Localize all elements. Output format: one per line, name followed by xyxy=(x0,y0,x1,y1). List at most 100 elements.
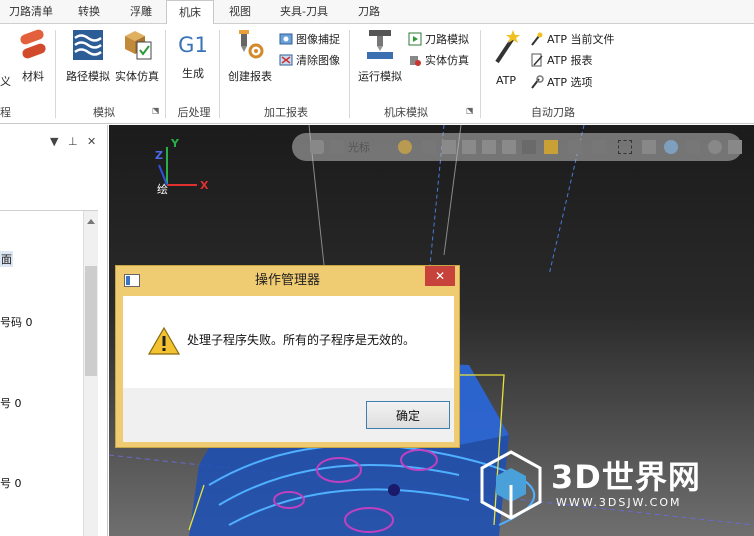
clear-image-icon xyxy=(279,54,293,66)
machine-sim-group-launcher-icon[interactable]: ⬔ xyxy=(466,106,474,115)
clear-image-button[interactable]: 清除图像 xyxy=(279,52,340,70)
window-select-icon[interactable] xyxy=(618,140,632,154)
tab-fixture-tool[interactable]: 夹具-刀具 xyxy=(268,0,340,24)
solid-simulation2-label: 实体仿真 xyxy=(425,54,469,67)
select-icon[interactable] xyxy=(642,140,656,154)
solid-simulation2-icon xyxy=(410,56,421,66)
tab-transform[interactable]: 转换 xyxy=(64,0,114,24)
path-simulation-icon xyxy=(73,30,103,60)
clear-image-label: 清除图像 xyxy=(296,54,340,67)
tab-view[interactable]: 视图 xyxy=(216,0,264,24)
group-label-machine-sim: 机床模拟 xyxy=(384,106,428,119)
material-icon xyxy=(20,29,46,59)
panel-dropdown-icon[interactable]: ▼ xyxy=(50,135,58,148)
solid-simulation2-button[interactable]: 实体仿真 xyxy=(408,52,469,70)
ribbon: 义 材料 程 路径模拟 实体仿真 模拟 ⬔ G1 生成 后处理 创建报表 图像捕… xyxy=(0,24,754,124)
select-icon[interactable] xyxy=(568,140,582,154)
arrow-icon[interactable] xyxy=(728,140,742,154)
operations-panel: ▼ ⊥ ✕ 面 号码 0 号 0 号 0 xyxy=(0,125,108,536)
dialog-message: 处理子程序失败。所有的子程序是无效的。 xyxy=(187,333,416,347)
view-toolbar: 光标 xyxy=(292,133,742,161)
view-name-label: 绘 xyxy=(157,183,168,196)
group-separator xyxy=(349,30,350,118)
create-report-icon xyxy=(239,30,264,59)
generate-button[interactable]: G1 生成 xyxy=(172,28,214,81)
ribbon-tab-strip: 刀路清单 转换 浮雕 机床 视图 夹具-刀具 刀路 xyxy=(0,0,754,25)
pointer-icon[interactable] xyxy=(422,140,436,154)
select-icon[interactable] xyxy=(592,140,606,154)
atp-current-file-icon xyxy=(531,32,543,46)
panel-close-icon[interactable]: ✕ xyxy=(87,135,96,148)
image-capture-button[interactable]: 图像捕捉 xyxy=(279,31,340,49)
tab-machine[interactable]: 机床 xyxy=(166,0,214,25)
ribbon-partial-button[interactable]: 义 xyxy=(0,70,11,89)
atp-current-file-label: ATP 当前文件 xyxy=(547,33,615,46)
watermark-text: 3D世界网 xyxy=(551,458,701,496)
panel-scrollbar[interactable] xyxy=(83,211,98,536)
atp-report-icon xyxy=(531,53,543,67)
cube-icon[interactable] xyxy=(482,140,496,154)
select-icon[interactable] xyxy=(330,140,344,154)
atp-options-label: ATP 选项 xyxy=(547,76,593,89)
group-separator xyxy=(165,30,166,118)
list-item[interactable]: 号 0 xyxy=(0,475,22,491)
path-simulation-button[interactable]: 路径模拟 xyxy=(64,28,112,84)
run-simulation-label: 运行模拟 xyxy=(358,70,402,83)
ok-button[interactable]: 确定 xyxy=(366,401,450,429)
material-label: 材料 xyxy=(22,70,44,83)
atp-wand-icon xyxy=(495,30,520,64)
toolpath-simulation-button[interactable]: 刀路模拟 xyxy=(408,31,469,49)
list-item[interactable]: 号 0 xyxy=(0,395,22,411)
settings-icon[interactable] xyxy=(708,140,722,154)
g1-icon: G1 xyxy=(178,33,208,57)
atp-button[interactable]: ATP xyxy=(486,28,526,87)
group-label-partial: 程 xyxy=(0,106,11,119)
check-icon[interactable] xyxy=(686,140,700,154)
tab-toolpath-list[interactable]: 刀路清单 xyxy=(0,0,62,24)
tab-relief[interactable]: 浮雕 xyxy=(116,0,166,24)
generate-label: 生成 xyxy=(182,67,204,80)
cube-icon[interactable] xyxy=(502,140,516,154)
atp-options-button[interactable]: ATP 选项 xyxy=(530,74,593,92)
solid-simulation-label: 实体仿真 xyxy=(115,70,159,83)
material-button[interactable]: 材料 xyxy=(16,28,50,84)
path-simulation-label: 路径模拟 xyxy=(66,70,110,83)
toolpath-simulation-icon xyxy=(408,32,422,46)
dialog-close-button[interactable]: ✕ xyxy=(425,266,455,286)
watermark-cube-icon xyxy=(480,450,542,520)
list-item[interactable]: 号码 0 xyxy=(0,314,33,330)
cube-yellow-icon[interactable] xyxy=(544,140,558,154)
group-label-simulation: 模拟 xyxy=(93,106,115,119)
operations-manager-dialog: 操作管理器 ✕ 处理子程序失败。所有的子程序是无效的。 确定 xyxy=(115,265,460,448)
axis-y-label: Y xyxy=(171,137,179,150)
gear-icon[interactable] xyxy=(398,140,412,154)
create-report-button[interactable]: 创建报表 xyxy=(226,28,274,84)
list-item[interactable]: 面 xyxy=(0,251,13,267)
cube-icon[interactable] xyxy=(522,140,536,154)
run-simulation-button[interactable]: 运行模拟 xyxy=(356,28,404,84)
watermark-url: WWW.3DSJW.COM xyxy=(556,496,682,509)
cursor-dropdown[interactable]: 光标 xyxy=(348,139,370,155)
cube-icon[interactable] xyxy=(462,140,476,154)
atp-label: ATP xyxy=(495,74,517,87)
tab-toolpaths[interactable]: 刀路 xyxy=(344,0,394,24)
lock-icon[interactable] xyxy=(310,140,324,154)
cube-icon[interactable] xyxy=(442,140,456,154)
solid-simulation-button[interactable]: 实体仿真 xyxy=(113,28,161,84)
panel-pin-icon[interactable]: ⊥ xyxy=(68,135,78,148)
atp-current-file-button[interactable]: ATP 当前文件 xyxy=(530,31,615,49)
link-icon[interactable] xyxy=(664,140,678,154)
run-simulation-icon xyxy=(367,30,393,59)
scroll-up-icon[interactable] xyxy=(87,219,95,224)
operations-list[interactable]: 面 号码 0 号 0 号 0 xyxy=(0,210,98,536)
scroll-thumb[interactable] xyxy=(85,266,97,376)
axis-x-label: X xyxy=(200,179,209,192)
dialog-title: 操作管理器 xyxy=(254,273,320,288)
atp-report-button[interactable]: ATP 报表 xyxy=(530,52,593,70)
group-separator xyxy=(480,30,481,118)
group-label-auto-path: 自动刀路 xyxy=(531,106,575,119)
simulation-group-launcher-icon[interactable]: ⬔ xyxy=(152,106,160,115)
create-report-label: 创建报表 xyxy=(228,70,272,83)
group-separator xyxy=(219,30,220,118)
axis-z-label: Z xyxy=(155,149,163,162)
